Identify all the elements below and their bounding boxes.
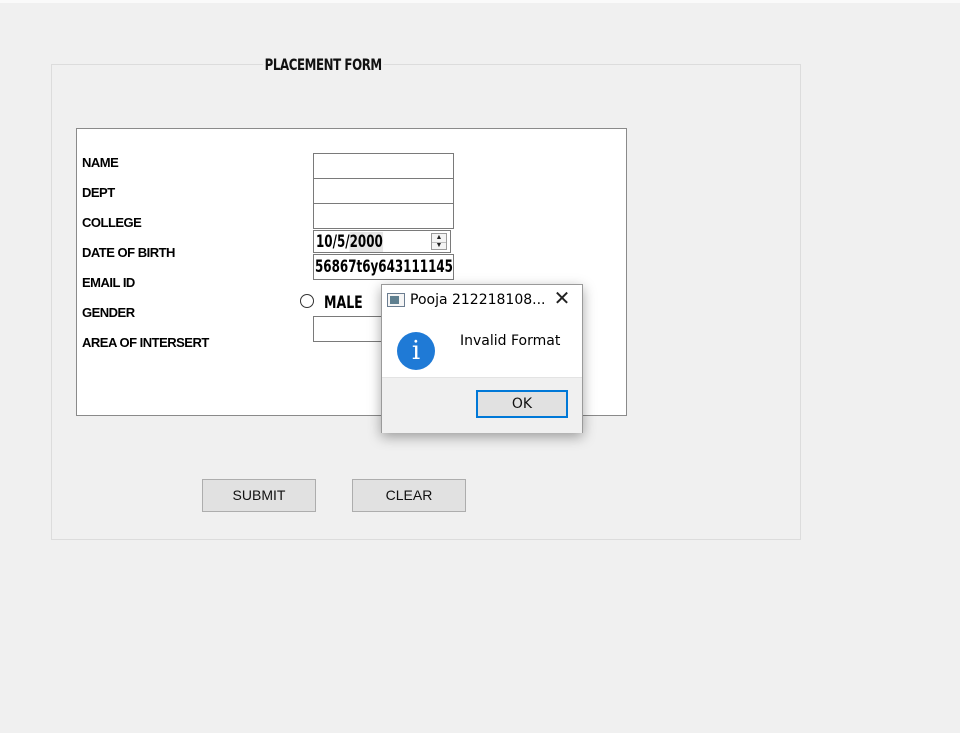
gender-male-radio[interactable] bbox=[300, 294, 314, 308]
dept-field[interactable] bbox=[313, 178, 454, 204]
window-top-edge bbox=[0, 0, 960, 3]
gender-male-label[interactable]: MALE bbox=[324, 293, 363, 313]
email-field[interactable]: 56867t6y643111145 bbox=[313, 254, 454, 280]
dialog-footer: OK bbox=[382, 377, 582, 433]
dob-spinner[interactable]: ▲ ▼ bbox=[431, 233, 447, 250]
spin-down-icon[interactable]: ▼ bbox=[432, 242, 446, 250]
gender-label: GENDER bbox=[82, 305, 135, 320]
email-value: 56867t6y643111145 bbox=[315, 257, 453, 277]
clear-button[interactable]: CLEAR bbox=[352, 479, 466, 512]
ok-button[interactable]: OK bbox=[476, 390, 568, 418]
name-field[interactable] bbox=[313, 153, 454, 179]
close-icon[interactable]: ✕ bbox=[550, 287, 574, 311]
name-label: NAME bbox=[82, 155, 119, 170]
dept-label: DEPT bbox=[82, 185, 115, 200]
form-title: PLACEMENT FORM bbox=[263, 55, 384, 74]
dob-year: 2000 bbox=[349, 232, 383, 252]
college-label: COLLEGE bbox=[82, 215, 142, 230]
dob-value: 10/5/2000 bbox=[316, 232, 383, 252]
info-icon: i bbox=[397, 332, 435, 370]
dob-label: DATE OF BIRTH bbox=[82, 245, 175, 260]
app-window-icon bbox=[387, 293, 405, 307]
message-dialog: Pooja 212218108... ✕ i Invalid Format OK bbox=[381, 284, 583, 433]
submit-button[interactable]: SUBMIT bbox=[202, 479, 316, 512]
college-field[interactable] bbox=[313, 203, 454, 229]
dob-date-picker[interactable]: 10/5/2000 ▲ ▼ bbox=[313, 230, 451, 253]
interest-label: AREA OF INTERSERT bbox=[82, 335, 209, 350]
dob-prefix: 10/5/ bbox=[316, 232, 350, 252]
email-label: EMAIL ID bbox=[82, 275, 135, 290]
dialog-title: Pooja 212218108... bbox=[410, 292, 546, 308]
dialog-message: Invalid Format bbox=[460, 333, 561, 349]
